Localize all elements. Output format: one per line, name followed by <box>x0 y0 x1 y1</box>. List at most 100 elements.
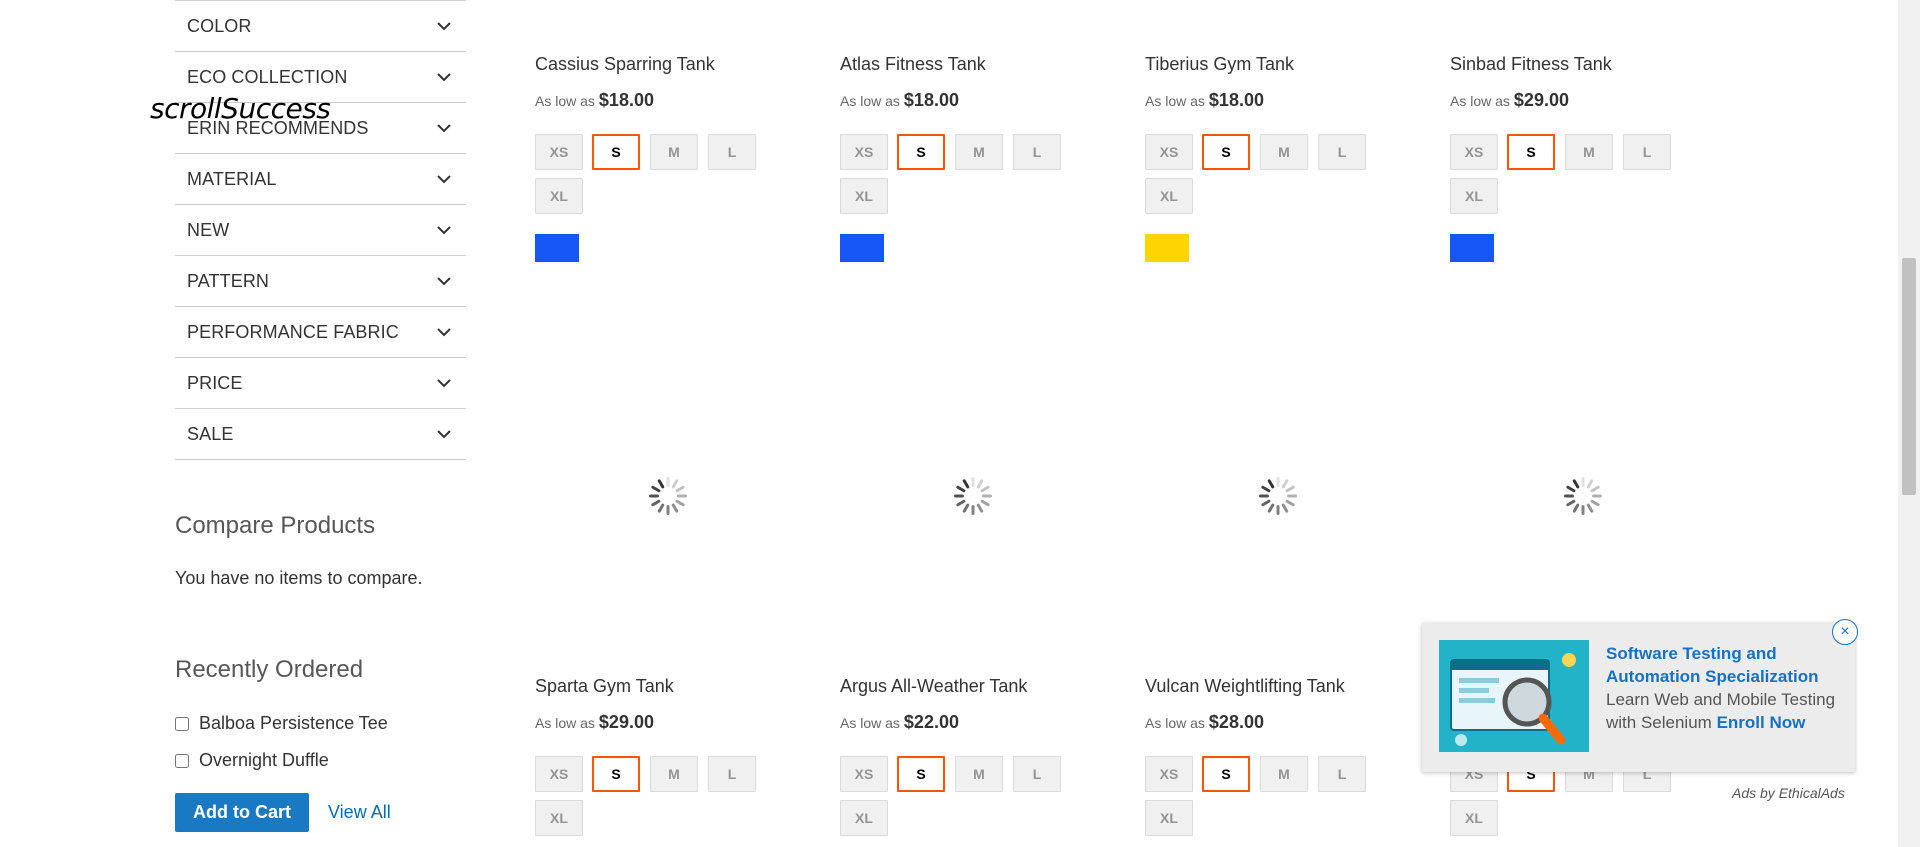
view-all-link[interactable]: View All <box>328 802 391 823</box>
ad-text: Software Testing and Automation Speciali… <box>1606 642 1841 734</box>
color-swatch[interactable] <box>1450 234 1494 262</box>
product-price: $29.00 <box>1513 90 1569 110</box>
size-swatch-m[interactable]: M <box>1260 756 1308 792</box>
compare-products-title: Compare Products <box>175 512 376 539</box>
size-swatch-l[interactable]: L <box>1318 756 1366 792</box>
size-swatch-m[interactable]: M <box>955 756 1003 792</box>
size-swatch-xl[interactable]: XL <box>535 178 583 214</box>
size-swatch-s[interactable]: S <box>1507 134 1555 170</box>
size-swatch-xl[interactable]: XL <box>1145 178 1193 214</box>
size-swatch-l[interactable]: L <box>1318 134 1366 170</box>
filter-sidebar: COLOR ECO COLLECTION ERIN RECOMMENDS MATERI… <box>175 0 466 460</box>
filter-color[interactable]: COLOR <box>175 1 466 52</box>
size-swatch-xl[interactable]: XL <box>840 800 888 836</box>
filter-label: COLOR <box>187 15 252 36</box>
size-swatch-s[interactable]: S <box>897 134 945 170</box>
add-to-cart-button[interactable]: Add to Cart <box>175 793 309 832</box>
product-price: $18.00 <box>598 90 654 110</box>
product-price: $28.00 <box>1208 712 1264 732</box>
price-box: As low as $18.00 <box>535 90 654 111</box>
size-swatch-xs[interactable]: XS <box>1145 756 1193 792</box>
size-swatch-s[interactable]: S <box>1202 756 1250 792</box>
size-swatch-m[interactable]: M <box>650 134 698 170</box>
chevron-down-icon <box>437 379 451 388</box>
ad-image <box>1439 640 1589 752</box>
size-swatch-l[interactable]: L <box>1013 134 1061 170</box>
chevron-down-icon <box>437 328 451 337</box>
loading-spinner-icon <box>649 477 687 515</box>
filter-material[interactable]: MATERIAL <box>175 154 466 205</box>
size-swatch-xl[interactable]: XL <box>1145 800 1193 836</box>
product-name-link[interactable]: Cassius Sparring Tank <box>535 54 715 75</box>
page: COLOR ECO COLLECTION ERIN RECOMMENDS MATERI… <box>0 0 1920 847</box>
product-name-link[interactable]: Atlas Fitness Tank <box>840 54 986 75</box>
filter-sale[interactable]: SALE <box>175 409 466 460</box>
recently-ordered-checkbox[interactable] <box>175 716 189 731</box>
product-name-link[interactable]: Sparta Gym Tank <box>535 676 674 697</box>
size-swatch-xs[interactable]: XS <box>535 756 583 792</box>
size-swatch-xs[interactable]: XS <box>535 134 583 170</box>
chevron-down-icon <box>437 175 451 184</box>
chevron-down-icon <box>437 124 451 133</box>
size-swatch-l[interactable]: L <box>708 134 756 170</box>
color-swatch[interactable] <box>535 234 579 262</box>
size-swatch-xs[interactable]: XS <box>1145 134 1193 170</box>
price-box: As low as $18.00 <box>1145 90 1264 111</box>
chevron-down-icon <box>437 277 451 286</box>
filter-label: ECO COLLECTION <box>187 66 348 87</box>
page-scrollbar-thumb[interactable] <box>1902 258 1916 495</box>
product-name-link[interactable]: Vulcan Weightlifting Tank <box>1145 676 1345 697</box>
price-box: As low as $28.00 <box>1145 712 1264 733</box>
size-swatch-xl[interactable]: XL <box>1450 800 1498 836</box>
size-swatch-m[interactable]: M <box>955 134 1003 170</box>
recently-ordered-item[interactable]: Overnight Duffle <box>175 750 329 771</box>
price-prefix: As low as <box>1450 93 1510 109</box>
price-prefix: As low as <box>840 93 900 109</box>
ad-banner[interactable]: Software Testing and Automation Speciali… <box>1422 623 1855 772</box>
size-swatch-xl[interactable]: XL <box>535 800 583 836</box>
ad-cta-link[interactable]: Enroll Now <box>1717 713 1806 732</box>
loading-spinner-icon <box>1259 477 1297 515</box>
size-swatch-xs[interactable]: XS <box>840 756 888 792</box>
filter-price[interactable]: PRICE <box>175 358 466 409</box>
size-swatch-l[interactable]: L <box>1013 756 1061 792</box>
filter-label: PERFORMANCE FABRIC <box>187 321 399 342</box>
color-swatch[interactable] <box>1145 234 1189 262</box>
color-swatch[interactable] <box>840 234 884 262</box>
size-swatch-xl[interactable]: XL <box>1450 178 1498 214</box>
price-box: As low as $29.00 <box>1450 90 1569 111</box>
price-prefix: As low as <box>535 93 595 109</box>
size-swatch-s[interactable]: S <box>1202 134 1250 170</box>
size-swatch-s[interactable]: S <box>592 134 640 170</box>
ad-close-button[interactable]: × <box>1832 619 1858 645</box>
filter-list: COLOR ECO COLLECTION ERIN RECOMMENDS MATERI… <box>175 0 466 460</box>
product-name-link[interactable]: Sinbad Fitness Tank <box>1450 54 1612 75</box>
size-swatch-m[interactable]: M <box>1565 134 1613 170</box>
price-prefix: As low as <box>1145 715 1205 731</box>
ad-credit: Ads by EthicalAds <box>1732 785 1845 801</box>
product-price: $29.00 <box>598 712 654 732</box>
size-swatch-xs[interactable]: XS <box>840 134 888 170</box>
size-swatch-m[interactable]: M <box>1260 134 1308 170</box>
filter-performance-fabric[interactable]: PERFORMANCE FABRIC <box>175 307 466 358</box>
size-swatch-l[interactable]: L <box>708 756 756 792</box>
compare-empty-message: You have no items to compare. <box>175 568 423 588</box>
product-name-link[interactable]: Tiberius Gym Tank <box>1145 54 1294 75</box>
size-swatch-s[interactable]: S <box>897 756 945 792</box>
chevron-down-icon <box>437 430 451 439</box>
recently-ordered-item-label: Balboa Persistence Tee <box>199 713 388 733</box>
size-swatch-m[interactable]: M <box>650 756 698 792</box>
size-swatch-xs[interactable]: XS <box>1450 134 1498 170</box>
filter-new[interactable]: NEW <box>175 205 466 256</box>
filter-pattern[interactable]: PATTERN <box>175 256 466 307</box>
recently-ordered-checkbox[interactable] <box>175 753 189 768</box>
size-swatch-s[interactable]: S <box>592 756 640 792</box>
price-box: As low as $29.00 <box>535 712 654 733</box>
size-swatch-xl[interactable]: XL <box>840 178 888 214</box>
chevron-down-icon <box>437 226 451 235</box>
product-name-link[interactable]: Argus All-Weather Tank <box>840 676 1027 697</box>
ad-headline-link[interactable]: Software Testing and Automation Speciali… <box>1606 644 1819 686</box>
price-prefix: As low as <box>1145 93 1205 109</box>
size-swatch-l[interactable]: L <box>1623 134 1671 170</box>
recently-ordered-item[interactable]: Balboa Persistence Tee <box>175 713 388 734</box>
